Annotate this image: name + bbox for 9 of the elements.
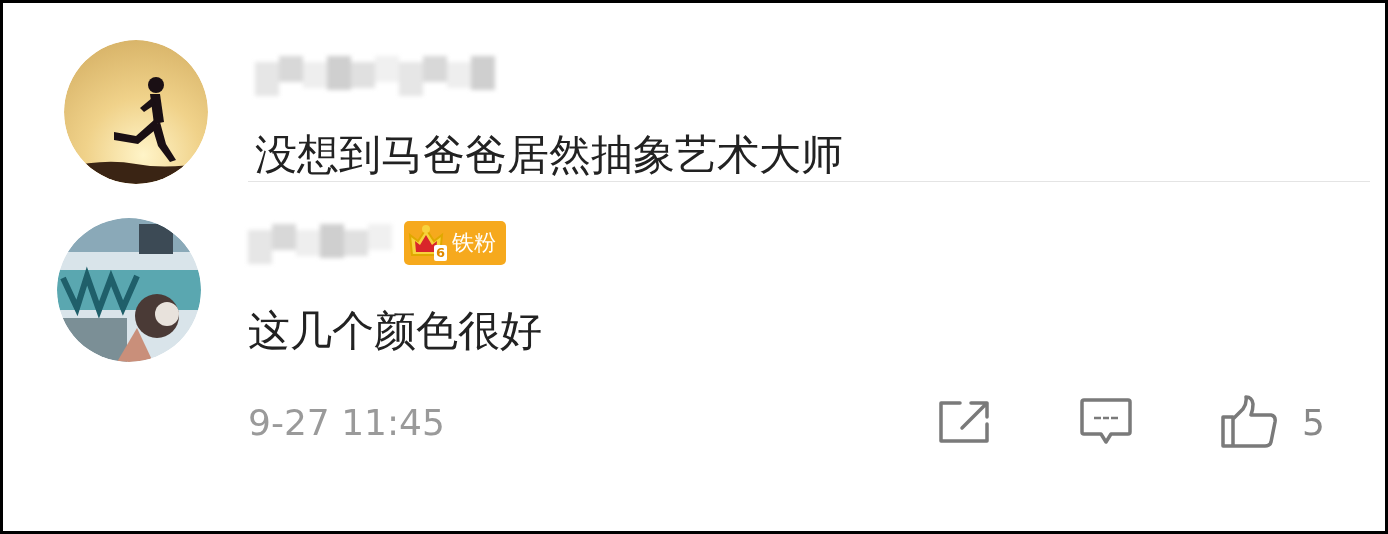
comment-icon[interactable] (1080, 398, 1133, 446)
level-number: 6 (434, 245, 448, 261)
comment-text: 这几个颜色很好 (248, 306, 542, 357)
timestamp: 9-27 11:45 (248, 401, 445, 443)
thumbs-up-icon[interactable] (1220, 395, 1279, 449)
share-icon[interactable] (938, 400, 991, 444)
comment-text: 没想到马爸爸居然抽象艺术大师 (255, 130, 843, 181)
like-count: 5 (1302, 401, 1325, 443)
badge-label: 铁粉 (452, 229, 496, 257)
